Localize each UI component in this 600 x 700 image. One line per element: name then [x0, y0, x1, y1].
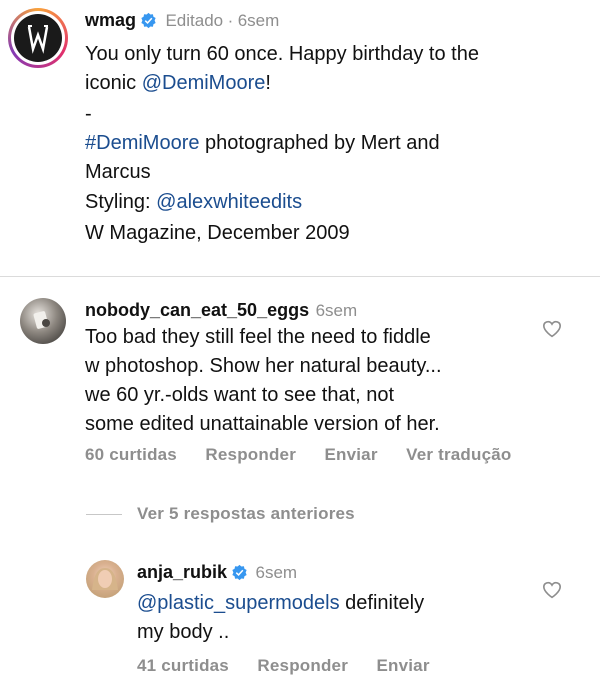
avatar-photo-icon: [33, 311, 50, 329]
reply-avatar[interactable]: [86, 560, 124, 598]
post-header: wmag Editado · 6sem: [85, 10, 279, 31]
reply-actions: 41 curtidas Responder Enviar: [137, 656, 430, 676]
comment-line: Too bad they still feel the need to fidd…: [85, 326, 431, 348]
credit-text: Marcus: [85, 161, 151, 183]
verified-icon: [141, 12, 156, 29]
avatar-photo-icon: [92, 568, 118, 590]
mention-demimoore[interactable]: @DemiMoore: [142, 72, 266, 94]
wmag-avatar[interactable]: [8, 8, 68, 68]
post-caption: You only turn 60 once. Happy birthday to…: [85, 40, 585, 98]
comment-time: 6sem: [315, 301, 358, 320]
comment-actions: 60 curtidas Responder Enviar Ver traduçã…: [85, 445, 511, 465]
reply-button[interactable]: Responder: [205, 445, 296, 464]
view-previous-replies[interactable]: Ver 5 respostas anteriores: [137, 504, 355, 524]
post-username[interactable]: wmag: [85, 10, 136, 30]
comment-line: some edited unattainable version of her.: [85, 413, 440, 435]
comment-line: we 60 yr.-olds want to see that, not: [85, 384, 395, 406]
credit-text: photographed by Mert and: [199, 132, 440, 154]
send-button[interactable]: Enviar: [376, 656, 429, 675]
caption-line: iconic @DemiMoore!: [85, 69, 585, 98]
caption-text: !: [265, 72, 271, 94]
likes-count[interactable]: 41 curtidas: [137, 656, 229, 675]
heart-icon[interactable]: [542, 581, 562, 599]
verified-icon: [232, 564, 247, 581]
post-time: 6sem: [237, 11, 280, 30]
caption-dash: -: [85, 103, 92, 125]
divider: [0, 276, 600, 277]
edited-label: Editado: [165, 11, 224, 30]
comment-line: w photoshop. Show her natural beauty...: [85, 355, 442, 377]
translate-button[interactable]: Ver tradução: [406, 445, 511, 464]
replies-line: [86, 514, 122, 515]
mention-plastic-supermodels[interactable]: @plastic_supermodels: [137, 592, 340, 614]
comment-body: Too bad they still feel the need to fidd…: [85, 323, 535, 439]
send-button[interactable]: Enviar: [324, 445, 377, 464]
likes-count[interactable]: 60 curtidas: [85, 445, 177, 464]
reply-body: @plastic_supermodels definitely my body …: [137, 589, 537, 647]
styling-label: Styling:: [85, 191, 157, 213]
commenter-avatar[interactable]: [20, 298, 66, 344]
issue-line: W Magazine, December 2009: [85, 222, 350, 244]
reply-text: definitely: [339, 592, 425, 614]
hashtag-demimoore[interactable]: #DemiMoore: [85, 132, 199, 154]
caption-text: iconic: [85, 72, 142, 94]
dot-separator: ·: [227, 11, 234, 30]
reply-username[interactable]: anja_rubik: [137, 562, 227, 582]
mention-alexwhiteedits[interactable]: @alexwhiteedits: [156, 191, 302, 213]
reply-text: my body ..: [137, 621, 230, 643]
caption-line: You only turn 60 once. Happy birthday to…: [85, 43, 479, 65]
w-logo-icon: [27, 25, 49, 54]
comment-username[interactable]: nobody_can_eat_50_eggs: [85, 300, 309, 320]
styling-line: Styling: @alexwhiteedits: [85, 188, 302, 217]
reply-button[interactable]: Responder: [257, 656, 348, 675]
comment-header: nobody_can_eat_50_eggs 6sem: [85, 300, 357, 321]
heart-icon[interactable]: [542, 320, 562, 338]
photo-credit: #DemiMoore photographed by Mert and Marc…: [85, 129, 585, 187]
reply-header: anja_rubik 6sem: [137, 562, 297, 583]
reply-time: 6sem: [255, 563, 298, 582]
